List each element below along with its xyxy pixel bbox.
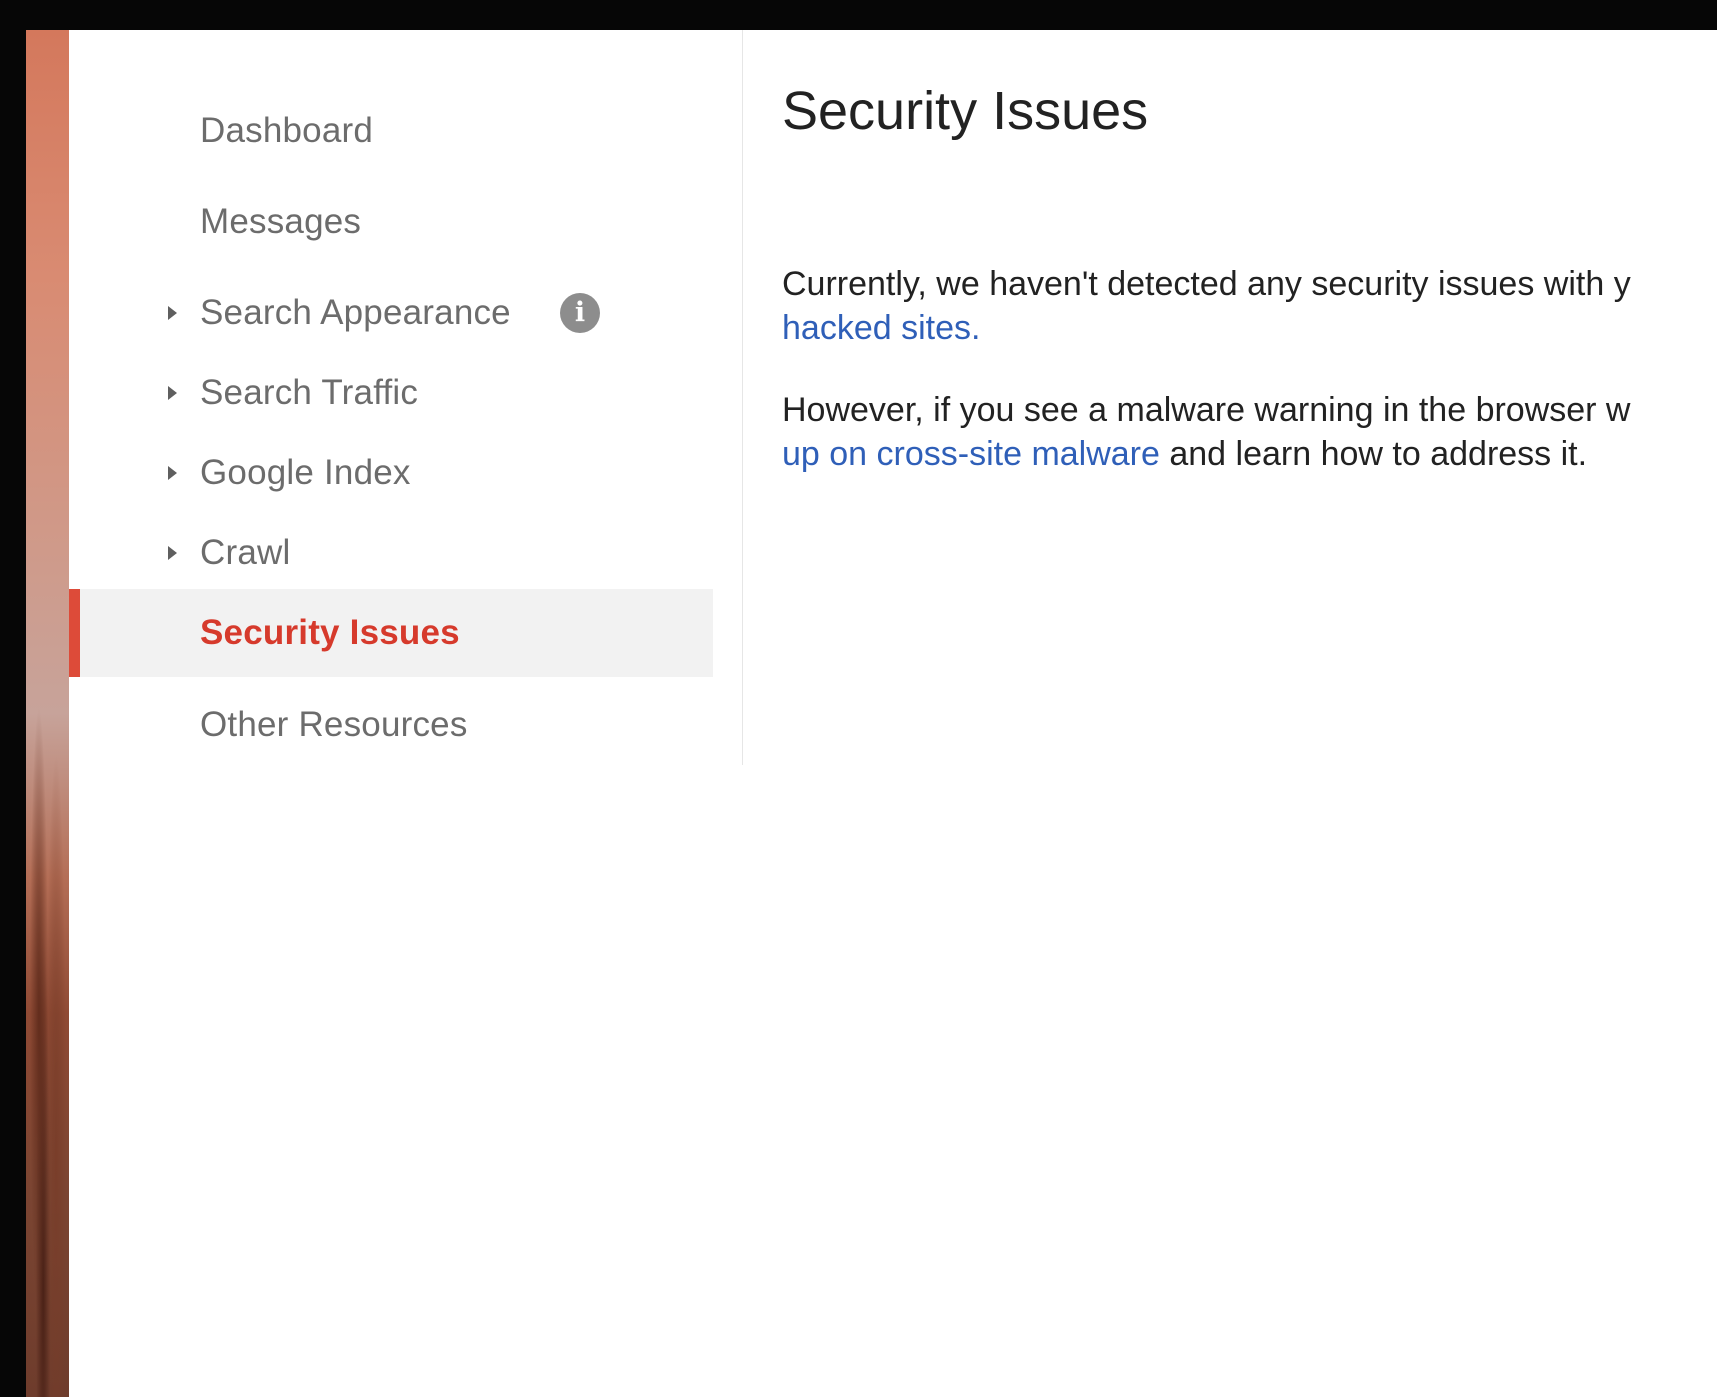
expand-arrow-icon[interactable] [168,386,177,400]
info-icon[interactable]: i [560,293,600,333]
sidebar-item-label: Search Appearance [200,293,511,332]
sidebar-item-messages[interactable]: Messages [69,178,713,266]
sidebar-nav: Dashboard Messages Search Appearance i S… [69,30,742,765]
sidebar-item-security-issues[interactable]: Security Issues [69,589,713,677]
status-message: Currently, we haven't detected any secur… [782,262,1717,350]
sidebar-item-search-appearance[interactable]: Search Appearance i [69,269,713,357]
expand-arrow-icon[interactable] [168,306,177,320]
sidebar-item-google-index[interactable]: Google Index [69,429,713,517]
status-text: Currently, we haven't detected any secur… [782,265,1631,303]
sidebar-item-crawl[interactable]: Crawl [69,509,713,597]
cross-site-malware-link[interactable]: up on cross-site malware [782,435,1160,473]
main-content: Security Issues Currently, we haven't de… [782,30,1717,1397]
active-indicator [69,589,80,677]
sidebar-item-label: Security Issues [200,613,460,652]
sidebar-item-label: Dashboard [200,111,374,150]
sidebar-item-search-traffic[interactable]: Search Traffic [69,349,713,437]
expand-arrow-icon[interactable] [168,546,177,560]
sidebar-item-label: Crawl [200,533,291,572]
sidebar-item-label: Messages [200,202,362,241]
sidebar-item-dashboard[interactable]: Dashboard [69,87,713,175]
malware-text-after: and learn how to address it. [1159,435,1588,473]
sidebar-item-label: Other Resources [200,705,468,744]
expand-arrow-icon[interactable] [168,466,177,480]
screen: Dashboard Messages Search Appearance i S… [0,0,1717,1397]
sidebar-item-other-resources[interactable]: Other Resources [69,681,713,769]
browser-window: Dashboard Messages Search Appearance i S… [69,30,1717,1397]
malware-text: However, if you see a malware warning in… [782,391,1631,429]
desktop-wallpaper [26,30,69,1397]
page-title: Security Issues [782,81,1149,141]
sidebar-divider [742,30,743,765]
hacked-sites-link[interactable]: hacked sites. [782,309,980,347]
sidebar-item-label: Google Index [200,453,411,492]
sidebar-item-label: Search Traffic [200,373,419,412]
malware-message: However, if you see a malware warning in… [782,388,1717,476]
